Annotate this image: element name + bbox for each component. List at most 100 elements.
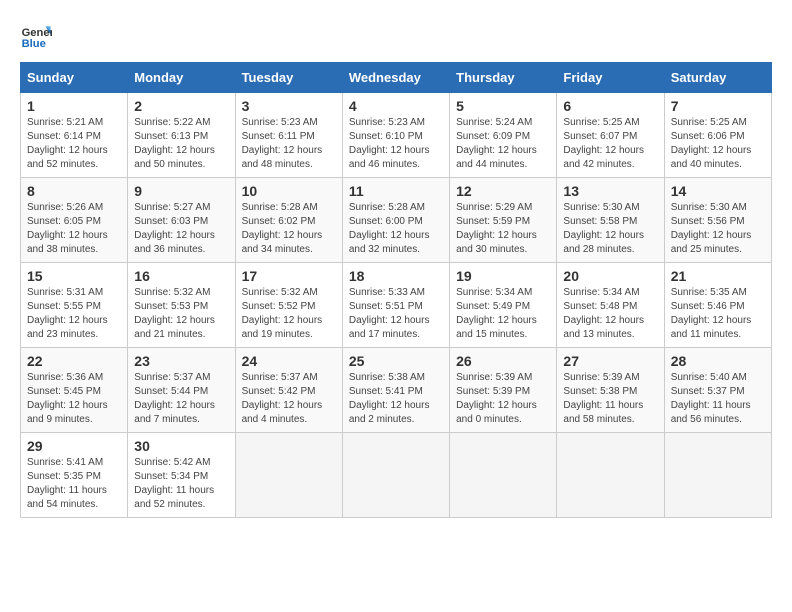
day-number: 3 <box>242 98 336 114</box>
calendar-cell: 5 Sunrise: 5:24 AMSunset: 6:09 PMDaylight… <box>450 93 557 178</box>
day-info: Sunrise: 5:40 AMSunset: 5:37 PMDaylight:… <box>671 371 765 427</box>
calendar-cell: 14 Sunrise: 5:30 AMSunset: 5:56 PMDayligh… <box>664 178 771 263</box>
day-info: Sunrise: 5:21 AMSunset: 6:14 PMDaylight:… <box>27 116 121 172</box>
day-number: 1 <box>27 98 121 114</box>
calendar-cell: 1 Sunrise: 5:21 AMSunset: 6:14 PMDaylight… <box>21 93 128 178</box>
day-number: 29 <box>27 438 121 454</box>
calendar-cell: 29 Sunrise: 5:41 AMSunset: 5:35 PMDayligh… <box>21 433 128 518</box>
calendar-cell: 22 Sunrise: 5:36 AMSunset: 5:45 PMDayligh… <box>21 348 128 433</box>
calendar-cell: 2 Sunrise: 5:22 AMSunset: 6:13 PMDaylight… <box>128 93 235 178</box>
calendar-cell: 15Sunrise: 5:31 AMSunset: 5:55 PMDayligh… <box>21 263 128 348</box>
calendar-cell: 16Sunrise: 5:32 AMSunset: 5:53 PMDayligh… <box>128 263 235 348</box>
day-number: 8 <box>27 183 121 199</box>
calendar-cell: 10 Sunrise: 5:28 AMSunset: 6:02 PMDayligh… <box>235 178 342 263</box>
calendar-week-1: 1 Sunrise: 5:21 AMSunset: 6:14 PMDaylight… <box>21 93 772 178</box>
day-number: 12 <box>456 183 550 199</box>
day-number: 10 <box>242 183 336 199</box>
calendar-cell <box>557 433 664 518</box>
calendar-cell <box>342 433 449 518</box>
day-number: 24 <box>242 353 336 369</box>
calendar-cell: 30 Sunrise: 5:42 AMSunset: 5:34 PMDayligh… <box>128 433 235 518</box>
calendar-week-2: 8 Sunrise: 5:26 AMSunset: 6:05 PMDaylight… <box>21 178 772 263</box>
calendar-week-5: 29 Sunrise: 5:41 AMSunset: 5:35 PMDayligh… <box>21 433 772 518</box>
day-number: 22 <box>27 353 121 369</box>
calendar-cell: 3Sunrise: 5:23 AMSunset: 6:11 PMDaylight… <box>235 93 342 178</box>
calendar-cell: 6 Sunrise: 5:25 AMSunset: 6:07 PMDaylight… <box>557 93 664 178</box>
logo-icon: General Blue <box>20 20 52 52</box>
header-sunday: Sunday <box>21 63 128 93</box>
day-number: 19 <box>456 268 550 284</box>
calendar-cell: 23 Sunrise: 5:37 AMSunset: 5:44 PMDayligh… <box>128 348 235 433</box>
day-number: 2 <box>134 98 228 114</box>
svg-text:Blue: Blue <box>22 38 46 50</box>
day-number: 6 <box>563 98 657 114</box>
day-number: 9 <box>134 183 228 199</box>
calendar-cell: 18 Sunrise: 5:33 AMSunset: 5:51 PMDayligh… <box>342 263 449 348</box>
day-info: Sunrise: 5:39 AMSunset: 5:39 PMDaylight:… <box>456 371 550 427</box>
day-info: Sunrise: 5:38 AMSunset: 5:41 PMDaylight:… <box>349 371 443 427</box>
calendar-cell: 12Sunrise: 5:29 AMSunset: 5:59 PMDayligh… <box>450 178 557 263</box>
header-wednesday: Wednesday <box>342 63 449 93</box>
day-info: Sunrise: 5:41 AMSunset: 5:35 PMDaylight:… <box>27 456 121 512</box>
day-number: 26 <box>456 353 550 369</box>
calendar-cell <box>235 433 342 518</box>
logo: General Blue <box>20 20 52 52</box>
header-tuesday: Tuesday <box>235 63 342 93</box>
calendar-header-row: SundayMondayTuesdayWednesdayThursdayFrid… <box>21 63 772 93</box>
day-info: Sunrise: 5:37 AMSunset: 5:42 PMDaylight:… <box>242 371 336 427</box>
day-number: 21 <box>671 268 765 284</box>
header-monday: Monday <box>128 63 235 93</box>
day-info: Sunrise: 5:35 AMSunset: 5:46 PMDaylight:… <box>671 286 765 342</box>
day-info: Sunrise: 5:39 AMSunset: 5:38 PMDaylight:… <box>563 371 657 427</box>
calendar-cell: 21 Sunrise: 5:35 AMSunset: 5:46 PMDayligh… <box>664 263 771 348</box>
calendar-body: 1 Sunrise: 5:21 AMSunset: 6:14 PMDaylight… <box>21 93 772 518</box>
day-number: 11 <box>349 183 443 199</box>
day-info: Sunrise: 5:28 AMSunset: 6:00 PMDaylight:… <box>349 201 443 257</box>
day-number: 7 <box>671 98 765 114</box>
calendar-cell <box>450 433 557 518</box>
day-info: Sunrise: 5:34 AMSunset: 5:49 PMDaylight:… <box>456 286 550 342</box>
day-info: Sunrise: 5:23 AMSunset: 6:10 PMDaylight:… <box>349 116 443 172</box>
day-number: 25 <box>349 353 443 369</box>
header-thursday: Thursday <box>450 63 557 93</box>
calendar-cell: 17 Sunrise: 5:32 AMSunset: 5:52 PMDayligh… <box>235 263 342 348</box>
calendar-cell: 20 Sunrise: 5:34 AMSunset: 5:48 PMDayligh… <box>557 263 664 348</box>
day-info: Sunrise: 5:27 AMSunset: 6:03 PMDaylight:… <box>134 201 228 257</box>
calendar-table: SundayMondayTuesdayWednesdayThursdayFrid… <box>20 62 772 518</box>
calendar-cell <box>664 433 771 518</box>
day-number: 15 <box>27 268 121 284</box>
day-number: 14 <box>671 183 765 199</box>
day-info: Sunrise: 5:22 AMSunset: 6:13 PMDaylight:… <box>134 116 228 172</box>
day-info: Sunrise: 5:42 AMSunset: 5:34 PMDaylight:… <box>134 456 228 512</box>
day-number: 20 <box>563 268 657 284</box>
calendar-cell: 8 Sunrise: 5:26 AMSunset: 6:05 PMDaylight… <box>21 178 128 263</box>
calendar-cell: 9 Sunrise: 5:27 AMSunset: 6:03 PMDaylight… <box>128 178 235 263</box>
day-number: 27 <box>563 353 657 369</box>
day-info: Sunrise: 5:30 AMSunset: 5:58 PMDaylight:… <box>563 201 657 257</box>
calendar-cell: 24 Sunrise: 5:37 AMSunset: 5:42 PMDayligh… <box>235 348 342 433</box>
day-number: 23 <box>134 353 228 369</box>
day-info: Sunrise: 5:25 AMSunset: 6:07 PMDaylight:… <box>563 116 657 172</box>
day-info: Sunrise: 5:24 AMSunset: 6:09 PMDaylight:… <box>456 116 550 172</box>
calendar-week-4: 22 Sunrise: 5:36 AMSunset: 5:45 PMDayligh… <box>21 348 772 433</box>
day-info: Sunrise: 5:33 AMSunset: 5:51 PMDaylight:… <box>349 286 443 342</box>
day-number: 30 <box>134 438 228 454</box>
header-saturday: Saturday <box>664 63 771 93</box>
day-number: 13 <box>563 183 657 199</box>
calendar-cell: 13 Sunrise: 5:30 AMSunset: 5:58 PMDayligh… <box>557 178 664 263</box>
day-number: 5 <box>456 98 550 114</box>
day-info: Sunrise: 5:37 AMSunset: 5:44 PMDaylight:… <box>134 371 228 427</box>
day-number: 17 <box>242 268 336 284</box>
day-info: Sunrise: 5:28 AMSunset: 6:02 PMDaylight:… <box>242 201 336 257</box>
day-info: Sunrise: 5:32 AMSunset: 5:53 PMDaylight:… <box>134 286 228 342</box>
day-info: Sunrise: 5:32 AMSunset: 5:52 PMDaylight:… <box>242 286 336 342</box>
calendar-cell: 11 Sunrise: 5:28 AMSunset: 6:00 PMDayligh… <box>342 178 449 263</box>
day-number: 4 <box>349 98 443 114</box>
calendar-week-3: 15Sunrise: 5:31 AMSunset: 5:55 PMDayligh… <box>21 263 772 348</box>
day-number: 18 <box>349 268 443 284</box>
calendar-cell: 25 Sunrise: 5:38 AMSunset: 5:41 PMDayligh… <box>342 348 449 433</box>
day-info: Sunrise: 5:34 AMSunset: 5:48 PMDaylight:… <box>563 286 657 342</box>
day-info: Sunrise: 5:30 AMSunset: 5:56 PMDaylight:… <box>671 201 765 257</box>
day-info: Sunrise: 5:26 AMSunset: 6:05 PMDaylight:… <box>27 201 121 257</box>
day-info: Sunrise: 5:36 AMSunset: 5:45 PMDaylight:… <box>27 371 121 427</box>
